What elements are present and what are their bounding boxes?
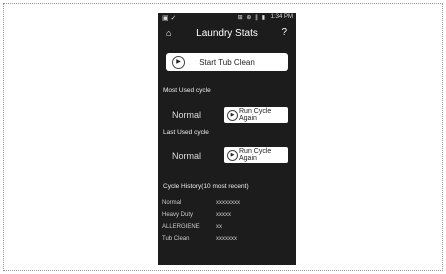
history-row: Tub Clean xxxxxxx bbox=[162, 236, 237, 242]
play-icon: ▶ bbox=[172, 56, 185, 69]
play-icon: ▶ bbox=[227, 150, 238, 161]
help-icon[interactable]: ? bbox=[281, 27, 287, 38]
history-row: Normal xxxxxxxx bbox=[162, 200, 240, 206]
status-time: 1:34 PM bbox=[270, 14, 293, 20]
start-tub-clean-label: Start Tub Clean bbox=[199, 57, 255, 67]
run-again-label: Run Cycle Again bbox=[239, 108, 272, 122]
signal-icons: ⊞ ⊕ ∥ ▮ bbox=[237, 15, 266, 21]
app-bar: ⌂ Laundry Stats ? bbox=[158, 24, 296, 44]
most-used-label: Most Used cycle bbox=[163, 87, 211, 94]
history-row: ALLERGIENE xx bbox=[162, 224, 222, 230]
most-used-run-again-button[interactable]: ▶ Run Cycle Again bbox=[224, 107, 288, 123]
last-used-cycle: Normal bbox=[172, 151, 202, 161]
last-used-label: Last Used cycle bbox=[163, 129, 209, 136]
history-row: Heavy Duty xxxxx bbox=[162, 212, 231, 218]
history-label: Cycle History(10 most recent) bbox=[163, 183, 249, 190]
last-used-run-again-button[interactable]: ▶ Run Cycle Again bbox=[224, 147, 288, 163]
play-icon: ▶ bbox=[227, 110, 238, 121]
notification-icon: ▣ ✓ bbox=[162, 15, 177, 22]
most-used-cycle: Normal bbox=[172, 110, 202, 120]
run-again-label: Run Cycle Again bbox=[239, 148, 272, 162]
page-title: Laundry Stats bbox=[196, 28, 258, 39]
status-bar: ▣ ✓ ⊞ ⊕ ∥ ▮ 1:34 PM bbox=[158, 13, 296, 23]
start-tub-clean-button[interactable]: ▶ Start Tub Clean bbox=[166, 53, 288, 71]
phone-screen: ▣ ✓ ⊞ ⊕ ∥ ▮ 1:34 PM ⌂ Laundry Stats ? ▶ … bbox=[158, 13, 296, 265]
